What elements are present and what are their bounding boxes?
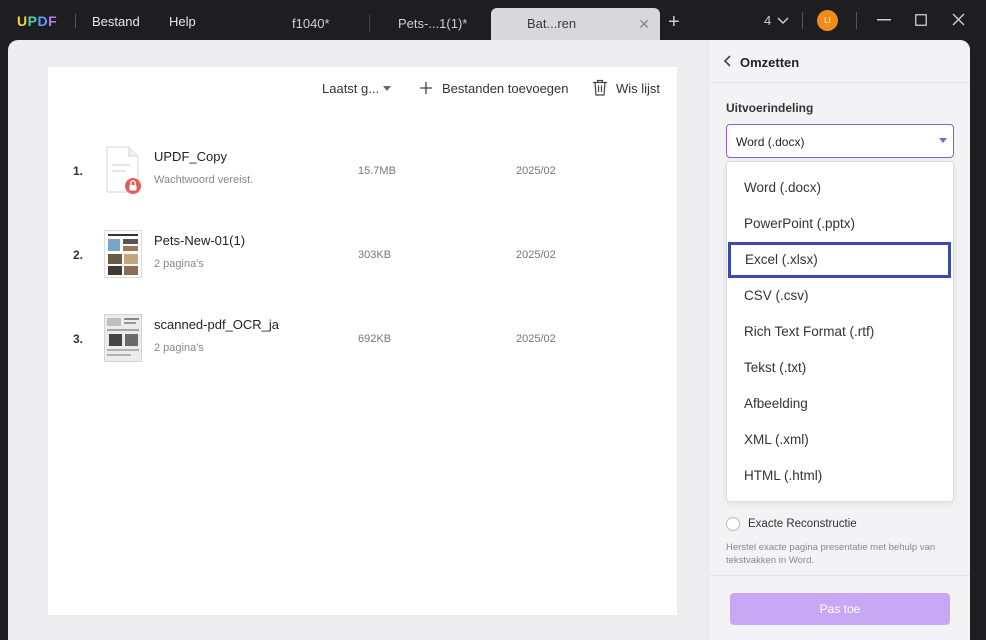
divider <box>802 12 803 29</box>
menu-bestand[interactable]: Bestand <box>92 14 140 29</box>
tab-pets[interactable]: Pets-...1(1)* <box>398 8 467 40</box>
option-label: HTML (.html) <box>744 468 823 483</box>
apply-button[interactable]: Pas toe <box>730 593 950 625</box>
option-label: Word (.docx) <box>744 180 822 195</box>
option-label: Tekst (.txt) <box>744 360 807 375</box>
option-label: Rich Text Format (.rtf) <box>744 324 875 339</box>
close-icon[interactable]: ✕ <box>638 8 650 40</box>
maximize-icon[interactable] <box>915 14 927 26</box>
tab-divider <box>369 14 370 32</box>
file-size: 15.7MB <box>358 165 396 177</box>
format-dropdown: Word (.docx) PowerPoint (.pptx) Excel (.… <box>726 161 954 502</box>
tab-label: f1040* <box>292 16 330 31</box>
close-window-icon[interactable] <box>952 13 965 26</box>
file-date: 2025/02 <box>516 165 556 177</box>
option-label: XML (.xml) <box>744 432 809 447</box>
caret-down-icon <box>383 86 391 91</box>
file-name: scanned-pdf_OCR_ja <box>154 317 280 332</box>
option-label: Excel (.xlsx) <box>745 252 818 267</box>
option-text[interactable]: Tekst (.txt) <box>727 350 953 386</box>
option-rtf[interactable]: Rich Text Format (.rtf) <box>727 314 953 350</box>
file-name: UPDF_Copy <box>154 149 227 164</box>
tab-label: Bat...ren <box>527 16 577 31</box>
file-date: 2025/02 <box>516 333 556 345</box>
file-page-count: 2 pagina's <box>154 342 204 354</box>
tab-label: Pets-...1(1)* <box>398 16 468 31</box>
tab-f1040[interactable]: f1040* <box>292 8 330 40</box>
minimize-icon[interactable] <box>877 19 891 21</box>
panel-title: Omzetten <box>740 55 800 70</box>
new-tab-icon[interactable]: + <box>668 11 680 34</box>
file-size: 303KB <box>358 249 392 261</box>
file-date: 2025/02 <box>516 249 556 261</box>
selected-format: Word (.docx) <box>736 135 805 149</box>
file-list-panel: Laatst g... Bestanden toevoegen Wis lijs… <box>48 67 677 615</box>
option-csv[interactable]: CSV (.csv) <box>727 278 953 314</box>
add-files-label: Bestanden toevoegen <box>442 81 569 96</box>
sort-label: Laatst g... <box>322 81 380 96</box>
caret-down-icon <box>939 138 947 143</box>
exact-reconstruction-hint: Herstel exacte pagina presentatie met be… <box>726 542 936 566</box>
option-xml[interactable]: XML (.xml) <box>727 422 953 458</box>
file-thumbnail <box>104 230 142 278</box>
list-item[interactable]: 2. Pets-New-01(1) 2 pagina's 303KB 2025/… <box>48 214 677 294</box>
back-chevron-icon[interactable] <box>723 55 731 67</box>
plus-icon <box>420 82 432 94</box>
option-excel[interactable]: Excel (.xlsx) <box>728 242 951 278</box>
chevron-down-icon[interactable] <box>777 16 789 25</box>
row-index: 3. <box>73 332 84 346</box>
main-window: Laatst g... Bestanden toevoegen Wis lijs… <box>8 40 970 640</box>
option-label: PowerPoint (.pptx) <box>744 216 856 231</box>
option-image[interactable]: Afbeelding <box>727 386 953 422</box>
list-item[interactable]: 3. scanned-pdf_OCR_ja 2 pagina's 692KB 2… <box>48 298 677 378</box>
title-bar: UPDF Bestand Help f1040* Pets-...1(1)* B… <box>0 0 986 44</box>
file-status: Wachtwoord vereist. <box>154 174 254 186</box>
divider <box>856 12 857 29</box>
list-item[interactable]: 1. UPDF_Copy Wachtwoord vereist. 15.7MB … <box>48 130 677 210</box>
avatar[interactable]: LI <box>817 10 838 31</box>
sort-dropdown[interactable]: Laatst g... <box>322 81 391 96</box>
radio-button[interactable] <box>726 517 740 531</box>
trash-icon <box>593 79 607 96</box>
option-label: Afbeelding <box>744 396 808 411</box>
file-name: Pets-New-01(1) <box>154 233 246 248</box>
tab-batch[interactable]: Bat...ren ✕ <box>491 8 660 40</box>
window-count[interactable]: 4 <box>764 13 771 28</box>
panel-header: Omzetten <box>710 40 970 83</box>
convert-panel: Omzetten Uitvoerindeling Word (.docx) Wo… <box>710 40 970 640</box>
file-thumbnail <box>104 314 142 362</box>
output-format-label: Uitvoerindeling <box>726 101 814 115</box>
divider <box>75 14 76 28</box>
option-powerpoint[interactable]: PowerPoint (.pptx) <box>727 206 953 242</box>
option-word[interactable]: Word (.docx) <box>727 170 953 206</box>
locked-file-icon <box>106 146 141 194</box>
file-size: 692KB <box>358 333 392 345</box>
row-index: 1. <box>73 164 84 178</box>
output-format-select[interactable]: Word (.docx) <box>726 124 954 158</box>
menu-help[interactable]: Help <box>169 14 196 29</box>
clear-list-label: Wis lijst <box>616 81 661 96</box>
option-html[interactable]: HTML (.html) <box>727 458 953 494</box>
panel-footer: Pas toe <box>710 575 970 640</box>
app-logo: UPDF <box>17 13 58 29</box>
file-page-count: 2 pagina's <box>154 258 204 270</box>
option-label: CSV (.csv) <box>744 288 809 303</box>
row-index: 2. <box>73 248 84 262</box>
radio-label: Exacte Reconstructie <box>748 518 857 530</box>
